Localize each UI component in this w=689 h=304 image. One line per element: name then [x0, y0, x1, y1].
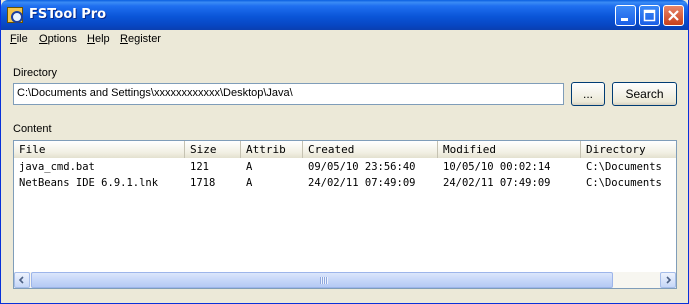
- content-list[interactable]: File Size Attrib Created Modified Direct…: [13, 140, 677, 289]
- menu-file[interactable]: File: [10, 33, 28, 45]
- browse-button[interactable]: ...: [571, 82, 605, 106]
- menu-file-mnemonic: F: [10, 33, 17, 45]
- menu-options-mnemonic: O: [39, 33, 48, 45]
- menu-register-mnemonic: R: [120, 33, 128, 45]
- close-button[interactable]: [663, 5, 684, 26]
- cell-size: 1718: [190, 177, 216, 189]
- cell-attrib: A: [246, 161, 253, 173]
- cell-file: java_cmd.bat: [19, 161, 95, 173]
- arrow-left-icon: [18, 276, 24, 284]
- menu-help-mnemonic: H: [87, 33, 95, 45]
- menu-options[interactable]: Options: [39, 33, 77, 45]
- menu-options-label: ptions: [47, 33, 77, 45]
- cell-file: NetBeans IDE 6.9.1.lnk: [19, 177, 159, 189]
- arrow-right-icon: [666, 276, 672, 284]
- window-title: FSTool Pro: [29, 7, 107, 22]
- cell-directory: C:\Documents: [586, 177, 662, 189]
- search-button[interactable]: Search: [612, 82, 677, 106]
- maximize-icon: [643, 9, 656, 22]
- menu-register[interactable]: Register: [120, 33, 161, 45]
- close-icon: [668, 10, 679, 21]
- column-header-file[interactable]: File: [14, 141, 185, 158]
- minimize-button[interactable]: [615, 5, 636, 26]
- column-header-size[interactable]: Size: [185, 141, 241, 158]
- column-header-directory[interactable]: Directory: [581, 141, 676, 158]
- column-header-attrib[interactable]: Attrib: [241, 141, 303, 158]
- scroll-left-button[interactable]: [14, 272, 30, 288]
- cell-attrib: A: [246, 177, 253, 189]
- table-row[interactable]: NetBeans IDE 6.9.1.lnk 1718 A 24/02/11 0…: [14, 175, 676, 191]
- cell-directory: C:\Documents: [586, 161, 662, 173]
- title-bar[interactable]: FSTool Pro: [1, 0, 688, 30]
- scroll-right-button[interactable]: [660, 272, 676, 288]
- cell-created: 24/02/11 07:49:09: [308, 177, 416, 189]
- column-header-created[interactable]: Created: [303, 141, 438, 158]
- cell-created: 09/05/10 23:56:40: [308, 161, 416, 173]
- menu-help[interactable]: Help: [87, 33, 110, 45]
- content-label: Content: [13, 123, 52, 135]
- fstool-app-icon[interactable]: [7, 7, 23, 23]
- directory-label: Directory: [13, 67, 58, 79]
- column-header-modified[interactable]: Modified: [438, 141, 581, 158]
- directory-input[interactable]: C:\Documents and Settings\xxxxxxxxxxxx\D…: [13, 83, 564, 105]
- scroll-grip: [320, 277, 328, 284]
- cell-size: 121: [190, 161, 209, 173]
- cell-modified: 24/02/11 07:49:09: [443, 177, 551, 189]
- menu-help-label: elp: [94, 33, 110, 45]
- table-row[interactable]: java_cmd.bat 121 A 09/05/10 23:56:40 10/…: [14, 159, 676, 175]
- cell-modified: 10/05/10 00:02:14: [443, 161, 551, 173]
- minimize-icon: [621, 18, 628, 21]
- maximize-button[interactable]: [639, 5, 660, 26]
- menu-register-label: egister: [127, 33, 161, 45]
- list-header: File Size Attrib Created Modified Direct…: [14, 141, 676, 158]
- scroll-thumb[interactable]: [31, 272, 613, 288]
- fstool-window: FSTool Pro File Options Help Register Di…: [0, 0, 689, 304]
- menu-file-label: ile: [16, 33, 28, 45]
- horizontal-scrollbar[interactable]: [14, 272, 676, 288]
- menu-bar: File Options Help Register: [1, 30, 688, 49]
